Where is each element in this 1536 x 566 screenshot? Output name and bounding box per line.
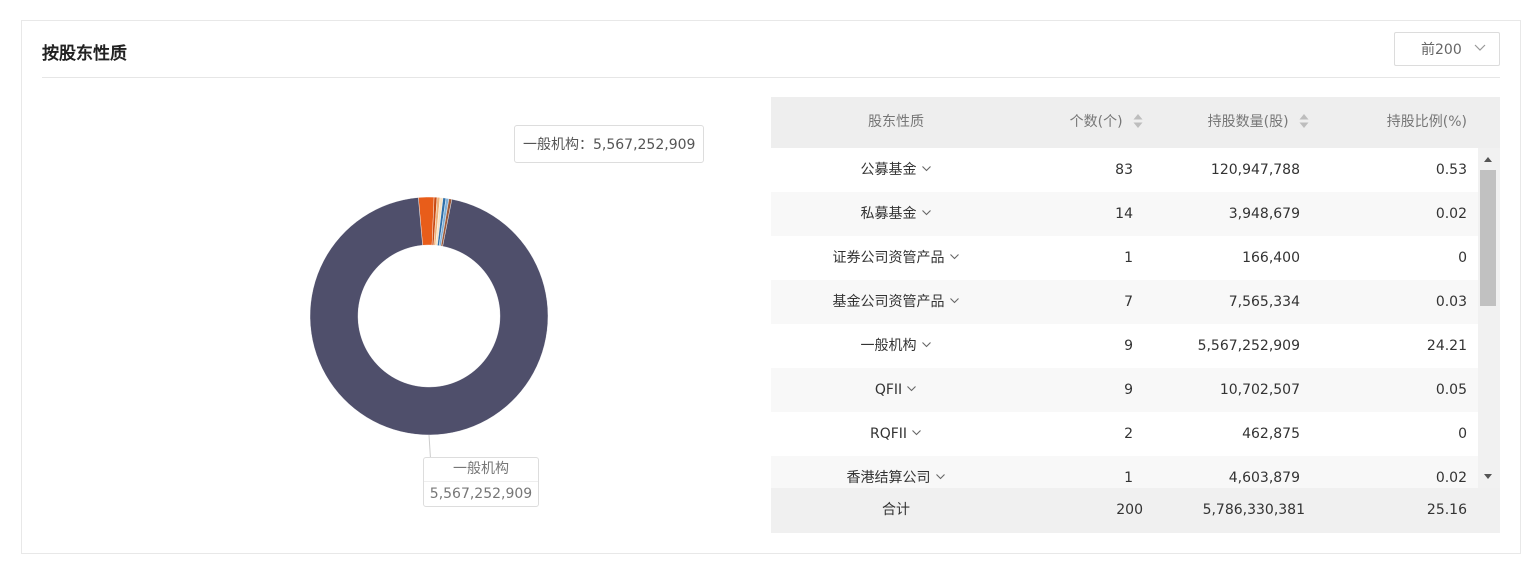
- chevron-down-icon[interactable]: [949, 251, 960, 262]
- cell-nature[interactable]: 公募基金: [771, 148, 1021, 192]
- chevron-down-icon[interactable]: [911, 427, 922, 438]
- table-row[interactable]: 证券公司资管产品 1 166,400 0: [771, 236, 1478, 280]
- table-scrollbar[interactable]: [1478, 148, 1500, 488]
- cell-count: 2: [1124, 426, 1133, 442]
- top-n-select[interactable]: 前200: [1394, 32, 1500, 66]
- cell-count: 9: [1124, 338, 1133, 354]
- cell-shares: 3,948,679: [1228, 206, 1300, 222]
- scrollbar-thumb[interactable]: [1480, 170, 1496, 306]
- cell-ratio: 0.53: [1435, 162, 1467, 178]
- cell-nature[interactable]: 一般机构: [771, 324, 1021, 368]
- header-ratio: 持股比例(%): [1386, 114, 1467, 130]
- cell-count: 1: [1124, 250, 1133, 266]
- chevron-down-icon[interactable]: [935, 471, 946, 482]
- chevron-down-icon[interactable]: [921, 163, 932, 174]
- cell-count: 1: [1124, 470, 1133, 486]
- callout-name: 一般机构: [424, 458, 538, 482]
- table-total-row: 合计 200 5,786,330,381 25.16: [771, 488, 1500, 533]
- shareholder-nature-card: 按股东性质 前200 一般机构：5,567,252,909 一般机构 5,567…: [21, 20, 1521, 554]
- cell-nature-label: 一般机构: [860, 338, 917, 354]
- scroll-up-arrow-icon[interactable]: [1484, 157, 1492, 162]
- cell-nature[interactable]: QFII: [771, 368, 1021, 412]
- chart-tooltip: 一般机构：5,567,252,909: [514, 125, 705, 163]
- cell-nature[interactable]: 私募基金: [771, 192, 1021, 236]
- cell-nature-label: 证券公司资管产品: [832, 250, 945, 266]
- cell-ratio: 0: [1458, 250, 1467, 266]
- cell-nature[interactable]: 基金公司资管产品: [771, 280, 1021, 324]
- callout-value: 5,567,252,909: [429, 486, 533, 502]
- top-n-select-value: 前200: [1421, 42, 1462, 58]
- header-count-label: 个数(个): [1069, 114, 1123, 130]
- sort-icon[interactable]: [1133, 113, 1143, 129]
- cell-shares: 10,702,507: [1219, 382, 1300, 398]
- cell-shares: 4,603,879: [1228, 470, 1300, 486]
- chevron-down-icon[interactable]: [906, 383, 917, 394]
- table-row[interactable]: 私募基金 14 3,948,679 0.02: [771, 192, 1478, 236]
- header-nature: 股东性质: [868, 114, 924, 130]
- cell-ratio: 0.02: [1435, 470, 1467, 486]
- cell-count: 14: [1115, 206, 1133, 222]
- table-row[interactable]: 香港结算公司 1 4,603,879 0.02: [771, 456, 1478, 488]
- cell-shares: 120,947,788: [1210, 162, 1300, 178]
- chevron-down-icon[interactable]: [921, 207, 932, 218]
- chevron-down-icon[interactable]: [949, 295, 960, 306]
- table-body: 公募基金 83 120,947,788 0.53 私募基金 14 3,948,679 0.02…: [771, 148, 1478, 488]
- cell-ratio: 0.03: [1435, 294, 1467, 310]
- table-row[interactable]: 基金公司资管产品 7 7,565,334 0.03: [771, 280, 1478, 324]
- header-count[interactable]: 个数(个): [1021, 97, 1143, 148]
- header-shares-label: 持股数量(股): [1207, 114, 1289, 130]
- cell-count: 7: [1124, 294, 1133, 310]
- cell-nature-label: 私募基金: [860, 206, 917, 222]
- cell-shares: 462,875: [1242, 426, 1300, 442]
- table-header: 股东性质 个数(个) 持股数量(股) 持股比例(%): [771, 97, 1500, 148]
- scroll-down-arrow-icon[interactable]: [1484, 474, 1492, 479]
- title-divider: [42, 77, 1500, 78]
- cell-shares: 166,400: [1242, 250, 1300, 266]
- sort-icon[interactable]: [1299, 113, 1309, 129]
- cell-nature-label: 香港结算公司: [846, 470, 931, 486]
- card-title: 按股东性质: [42, 44, 127, 64]
- cell-nature-label: QFII: [874, 382, 903, 398]
- cell-shares: 7,565,334: [1228, 294, 1300, 310]
- total-label: 合计: [882, 502, 910, 518]
- cell-ratio: 24.21: [1426, 338, 1467, 354]
- cell-nature-label: 公募基金: [860, 162, 917, 178]
- cell-ratio: 0.05: [1435, 382, 1467, 398]
- cell-nature[interactable]: RQFII: [771, 412, 1021, 456]
- chart-label-callout: 一般机构 5,567,252,909: [423, 457, 539, 507]
- cell-nature[interactable]: 香港结算公司: [771, 456, 1021, 488]
- table-row[interactable]: RQFII 2 462,875 0: [771, 412, 1478, 456]
- cell-nature[interactable]: 证券公司资管产品: [771, 236, 1021, 280]
- table-row[interactable]: QFII 9 10,702,507 0.05: [771, 368, 1478, 412]
- table-row[interactable]: 公募基金 83 120,947,788 0.53: [771, 148, 1478, 192]
- cell-ratio: 0.02: [1435, 206, 1467, 222]
- header-shares[interactable]: 持股数量(股): [1143, 97, 1309, 148]
- cell-count: 83: [1115, 162, 1133, 178]
- chevron-down-icon: [1474, 44, 1486, 51]
- total-ratio: 25.16: [1426, 502, 1467, 518]
- total-shares: 5,786,330,381: [1202, 502, 1305, 518]
- nature-table: 股东性质 个数(个) 持股数量(股) 持股比例(%) 公募基金 83 120,947…: [771, 97, 1500, 533]
- cell-ratio: 0: [1458, 426, 1467, 442]
- table-row[interactable]: 一般机构 9 5,567,252,909 24.21: [771, 324, 1478, 368]
- cell-count: 9: [1124, 382, 1133, 398]
- total-count: 200: [1116, 502, 1143, 518]
- chevron-down-icon[interactable]: [921, 339, 932, 350]
- cell-shares: 5,567,252,909: [1197, 338, 1300, 354]
- cell-nature-label: RQFII: [869, 426, 908, 442]
- cell-nature-label: 基金公司资管产品: [832, 294, 945, 310]
